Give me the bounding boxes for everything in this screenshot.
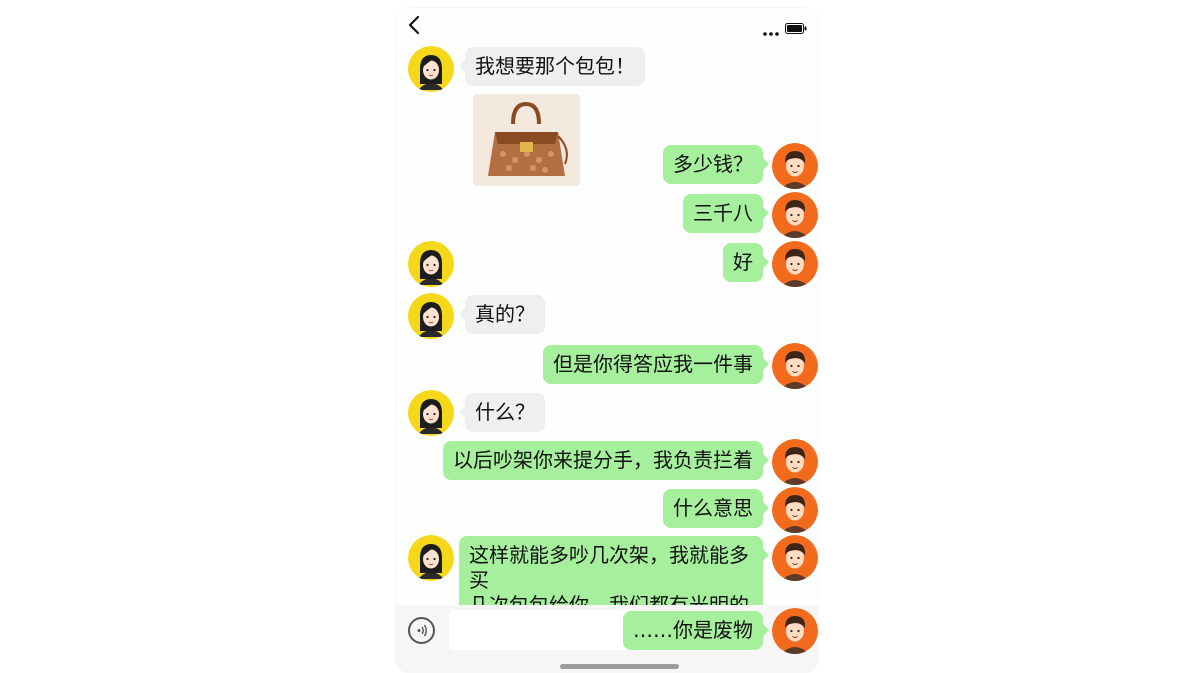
message-bubble[interactable]: 我想要那个包包！	[459, 47, 645, 86]
message-bubble[interactable]: 好	[723, 243, 769, 282]
message-bubble[interactable]: 什么？	[459, 393, 545, 432]
girl-avatar[interactable]	[408, 535, 454, 581]
message-bubble[interactable]: 以后吵架你来提分手，我负责拦着	[443, 441, 769, 480]
voice-icon[interactable]	[408, 617, 435, 644]
chevron-left-icon[interactable]	[404, 14, 426, 36]
boy-avatar[interactable]	[772, 487, 818, 533]
girl-avatar[interactable]	[408, 241, 454, 287]
battery-icon	[785, 19, 807, 34]
more-dots-icon[interactable]	[763, 22, 779, 36]
message-line: 这样就能多吵几次架，我就能多买	[469, 543, 749, 592]
boy-avatar[interactable]	[772, 192, 818, 238]
boy-avatar[interactable]	[772, 439, 818, 485]
chat-screen: 我想要那个包包！ 多少钱？ 三千八 好 真的？ 但是你得答应我一件事 什么？ 以…	[396, 8, 818, 673]
message-bubble[interactable]: 三千八	[683, 194, 769, 233]
message-bubble[interactable]: 真的？	[459, 295, 545, 334]
home-indicator	[560, 664, 679, 669]
boy-avatar[interactable]	[772, 535, 818, 581]
girl-avatar[interactable]	[408, 46, 454, 92]
message-bubble[interactable]: ……你是废物	[623, 611, 769, 650]
status-bar	[396, 8, 818, 42]
girl-avatar[interactable]	[408, 390, 454, 436]
boy-avatar[interactable]	[772, 343, 818, 389]
message-bubble[interactable]: 但是你得答应我一件事	[543, 345, 769, 384]
message-bubble[interactable]: 多少钱？	[663, 145, 769, 184]
message-bubble[interactable]: 什么意思	[663, 489, 769, 528]
boy-avatar[interactable]	[772, 143, 818, 189]
boy-avatar[interactable]	[772, 241, 818, 287]
handbag-photo[interactable]	[473, 94, 580, 186]
boy-avatar[interactable]	[772, 608, 818, 654]
girl-avatar[interactable]	[408, 293, 454, 339]
